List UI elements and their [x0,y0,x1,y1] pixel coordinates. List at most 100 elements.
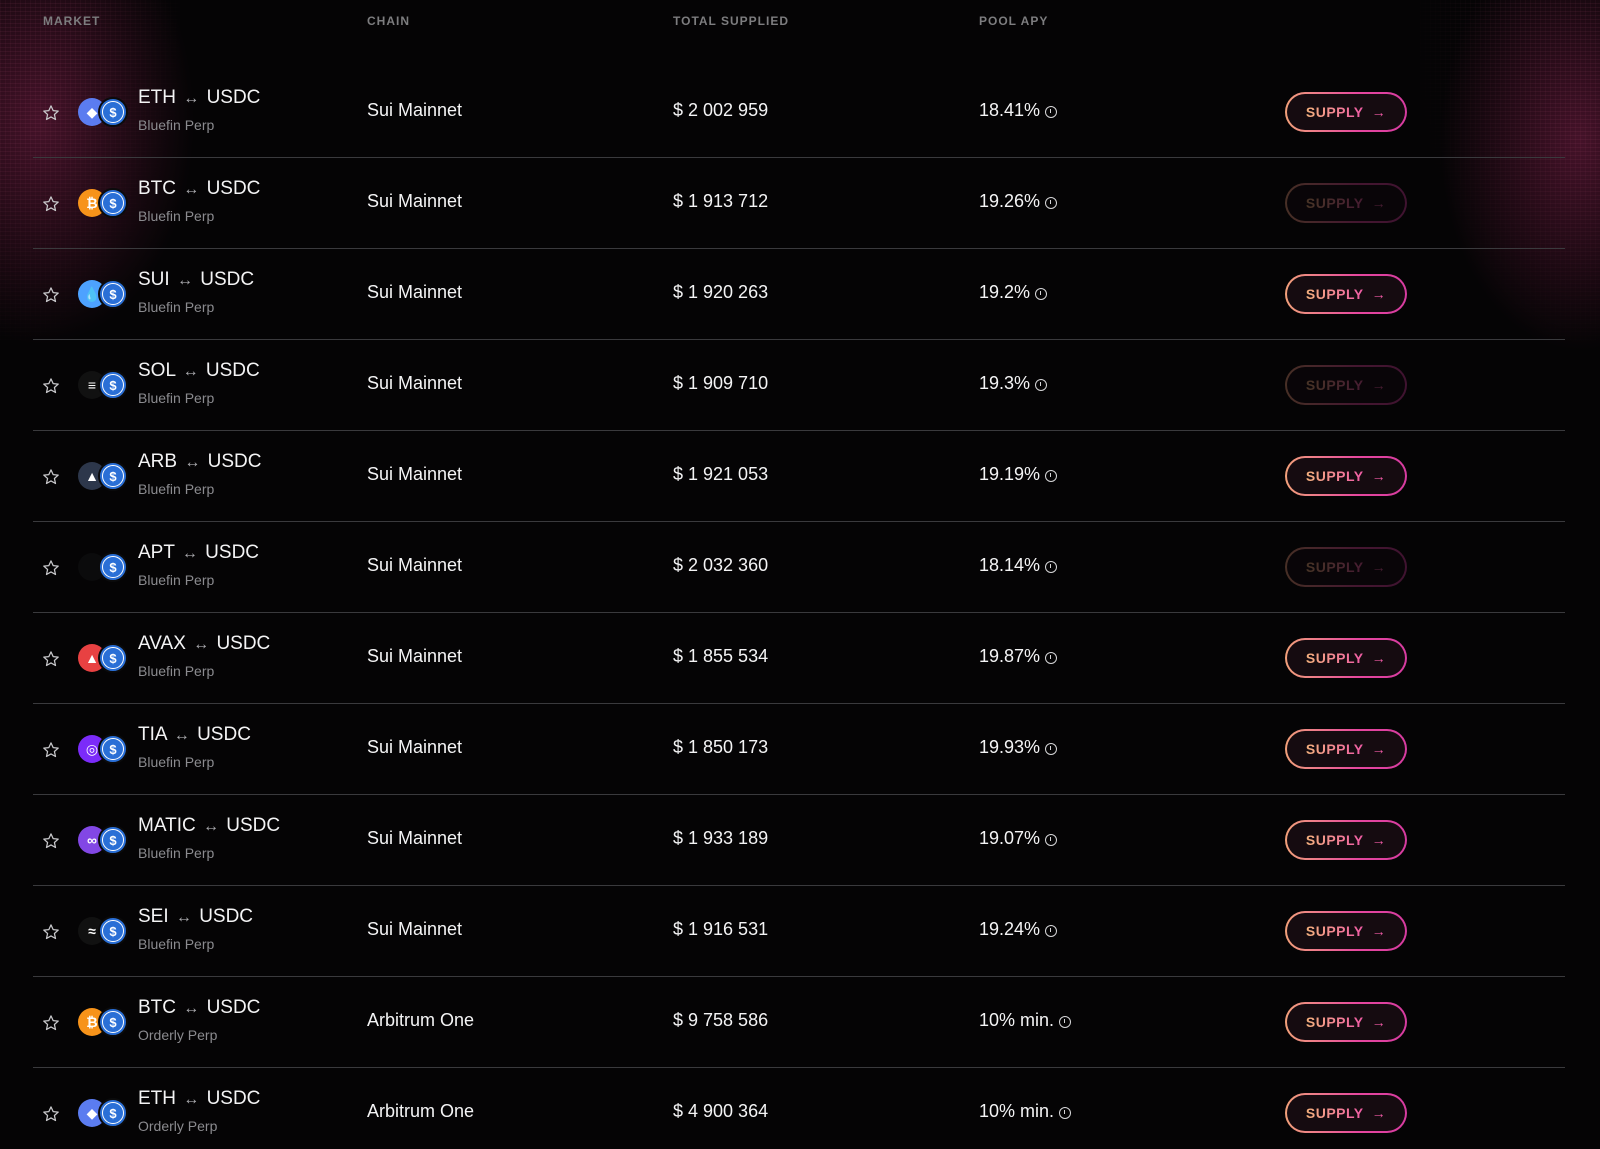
quote-asset: USDC [206,178,261,199]
usdc-icon: $ [98,370,128,400]
token-pair-icons: 💧 $ [78,279,130,310]
base-asset: BTC [138,178,176,199]
supply-button[interactable]: SUPPLY → [1285,456,1407,496]
supply-button[interactable]: SUPPLY → [1285,729,1407,769]
info-icon[interactable] [1045,924,1058,937]
swap-arrow-icon: ↔ [175,909,192,926]
arrow-right-icon: → [1371,1014,1387,1030]
table-row: ≡ $ SOL ↔ USDC Bluefin Perp Sui Mainnet … [33,340,1565,431]
token-pair-icons: ≈ $ [78,916,130,947]
swap-arrow-icon: ↔ [184,454,201,471]
apy-text: 19.87% [979,646,1041,666]
chain-name: Sui Mainnet [367,282,463,302]
markets-table: ◆ $ ETH ↔ USDC Bluefin Perp Sui Mainnet … [33,67,1565,1149]
supply-button[interactable]: SUPPLY → [1285,820,1407,860]
favorite-star-icon[interactable] [41,558,61,578]
info-icon[interactable] [1045,833,1058,846]
favorite-star-icon[interactable] [41,831,61,851]
supply-button[interactable]: SUPPLY → [1285,1093,1407,1133]
favorite-star-icon[interactable] [41,103,61,123]
favorite-star-icon[interactable] [41,1013,61,1033]
info-icon[interactable] [1045,196,1058,209]
favorite-star-icon[interactable] [41,376,61,396]
market-pair: SOL ↔ USDC [138,360,260,382]
apy-text: 18.41% [979,100,1041,120]
info-icon[interactable] [1045,651,1058,664]
usdc-icon: $ [98,97,128,127]
supply-button[interactable]: SUPPLY → [1285,1002,1407,1042]
chain-name: Arbitrum One [367,1101,475,1121]
info-icon[interactable] [1035,287,1048,300]
supply-button[interactable]: SUPPLY → [1285,274,1407,314]
table-row: ▲ $ AVAX ↔ USDC Bluefin Perp Sui Mainnet… [33,613,1565,704]
chain-name: Arbitrum One [367,1010,475,1030]
supply-button[interactable]: SUPPLY → [1285,638,1407,678]
favorite-star-icon[interactable] [41,194,61,214]
supply-button-label: SUPPLY [1305,923,1364,939]
apy-text: 19.24% [979,919,1041,939]
supply-button[interactable]: SUPPLY → [1285,911,1407,951]
arrow-right-icon: → [1371,650,1387,666]
favorite-star-icon[interactable] [41,1104,61,1124]
info-icon[interactable] [1045,742,1058,755]
total-supplied-value: $ 4 900 364 [673,1101,769,1121]
supply-button-label: SUPPLY [1305,741,1364,757]
favorite-star-icon[interactable] [41,922,61,942]
apy-text: 19.26% [979,191,1041,211]
swap-arrow-icon: ↔ [193,636,210,653]
chain-name: Sui Mainnet [367,646,463,666]
token-pair-icons: ₿ $ [78,1007,130,1038]
token-pair-icons: ◆ $ [78,1098,130,1129]
info-icon[interactable] [1045,560,1058,573]
table-row: ₿ $ BTC ↔ USDC Bluefin Perp Sui Mainnet … [33,158,1565,249]
base-asset: APT [138,542,175,563]
market-pair: ETH ↔ USDC [138,1088,260,1110]
usdc-icon: $ [98,279,128,309]
base-asset: ETH [138,87,176,108]
info-icon[interactable] [1035,378,1048,391]
table-row: ◆ $ ETH ↔ USDC Orderly Perp Arbitrum One… [33,1068,1565,1149]
favorite-star-icon[interactable] [41,649,61,669]
info-icon[interactable] [1045,469,1058,482]
quote-asset: USDC [207,451,262,472]
apy-text: 10% min. [979,1101,1055,1121]
favorite-star-icon[interactable] [41,467,61,487]
arrow-right-icon: → [1371,559,1387,575]
table-row: $ APT ↔ USDC Bluefin Perp Sui Mainnet $ … [33,522,1565,613]
table-row: ◎ $ TIA ↔ USDC Bluefin Perp Sui Mainnet … [33,704,1565,795]
pool-apy-value: 19.24% [979,919,1058,940]
total-supplied-value: $ 1 933 189 [673,828,769,848]
chain-name: Sui Mainnet [367,373,463,393]
header-chain: CHAIN [367,14,410,28]
favorite-star-icon[interactable] [41,285,61,305]
quote-asset: USDC [205,360,260,381]
market-pair: MATIC ↔ USDC [138,815,280,837]
arrow-right-icon: → [1371,195,1387,211]
info-icon[interactable] [1059,1015,1072,1028]
pool-apy-value: 19.2% [979,282,1048,303]
arrow-right-icon: → [1371,377,1387,393]
supply-button[interactable]: SUPPLY → [1285,183,1407,223]
market-pair: BTC ↔ USDC [138,997,260,1019]
usdc-icon: $ [98,461,128,491]
pool-apy-value: 19.87% [979,646,1058,667]
market-venue: Bluefin Perp [138,390,215,406]
chain-name: Sui Mainnet [367,191,463,211]
info-icon[interactable] [1059,1106,1072,1119]
pool-apy-value: 19.93% [979,737,1058,758]
total-supplied-value: $ 1 909 710 [673,373,769,393]
market-venue: Bluefin Perp [138,936,215,952]
base-asset: SUI [138,269,170,290]
quote-asset: USDC [206,1088,261,1109]
supply-button-label: SUPPLY [1305,104,1364,120]
supply-button[interactable]: SUPPLY → [1285,365,1407,405]
info-icon[interactable] [1045,105,1058,118]
table-row: ◆ $ ETH ↔ USDC Bluefin Perp Sui Mainnet … [33,67,1565,158]
swap-arrow-icon: ↔ [176,272,193,289]
usdc-icon: $ [98,825,128,855]
supply-button[interactable]: SUPPLY → [1285,547,1407,587]
favorite-star-icon[interactable] [41,740,61,760]
supply-button[interactable]: SUPPLY → [1285,92,1407,132]
total-supplied-value: $ 1 850 173 [673,737,769,757]
token-pair-icons: ▲ $ [78,461,130,492]
